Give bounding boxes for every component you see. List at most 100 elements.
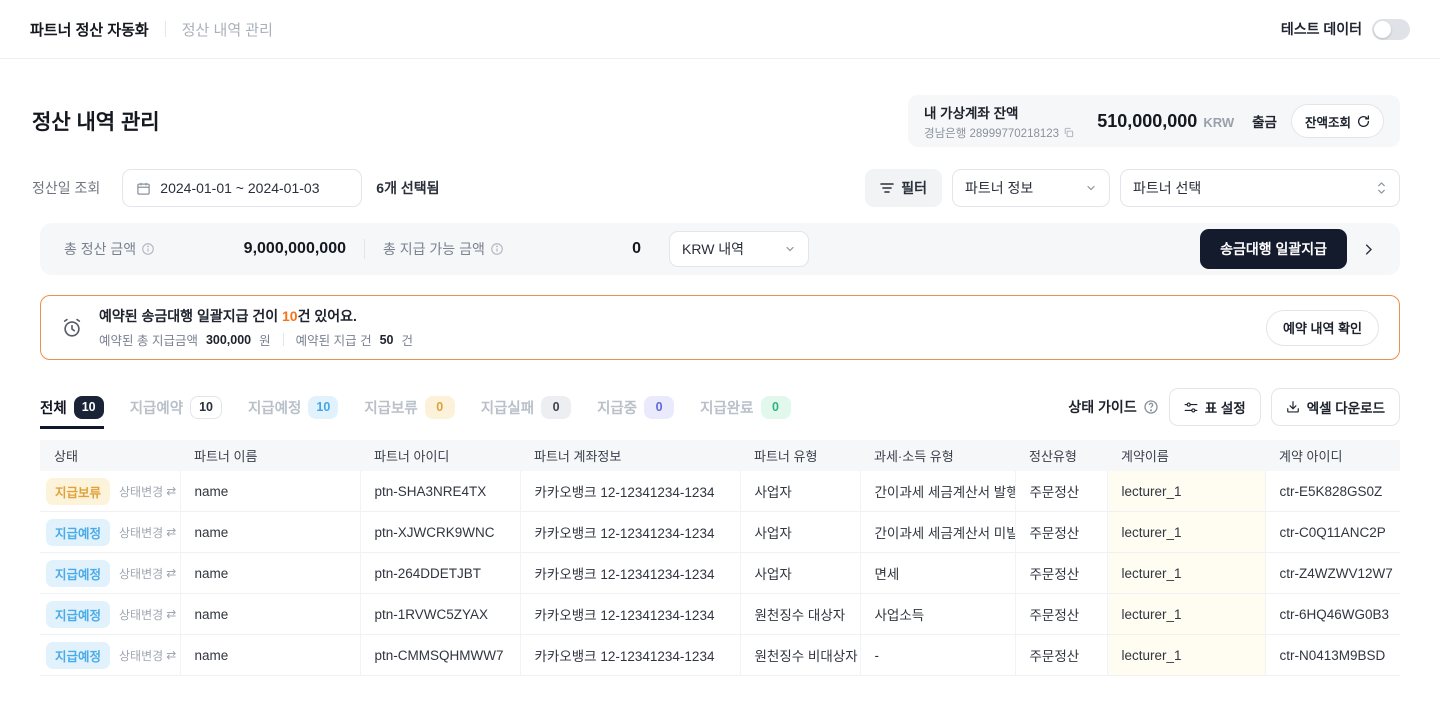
test-data-toggle[interactable] bbox=[1372, 19, 1410, 40]
cell-contract-id: ctr-C0Q11ANC2P bbox=[1265, 512, 1400, 553]
status-change-button[interactable]: 상태변경⇄ bbox=[119, 565, 176, 582]
scheduled-count-unit: 건 bbox=[402, 330, 414, 349]
status-tabs: 전체10지급예약10지급예정10지급보류0지급실패0지급중0지급완료0 bbox=[40, 396, 791, 419]
status-badge: 지급예정 bbox=[46, 519, 110, 546]
status-change-button[interactable]: 상태변경⇄ bbox=[119, 647, 176, 664]
table-row: 지급예정상태변경⇄nameptn-XJWCRK9WNC카카오뱅크 12-1234… bbox=[40, 512, 1400, 553]
tab-count-badge: 0 bbox=[644, 396, 674, 419]
alert-divider bbox=[283, 333, 284, 346]
currency-dropdown[interactable]: KRW 내역 bbox=[669, 231, 809, 267]
reservation-confirm-button[interactable]: 예약 내역 확인 bbox=[1266, 310, 1379, 346]
info-icon[interactable] bbox=[141, 242, 155, 256]
filter-button[interactable]: 필터 bbox=[865, 169, 942, 207]
tab-지급예약[interactable]: 지급예약 10 bbox=[130, 396, 222, 419]
chevron-right-icon[interactable] bbox=[1361, 242, 1376, 257]
column-header: 파트너 유형 bbox=[740, 440, 860, 471]
status-badge: 지급예정 bbox=[46, 560, 110, 587]
tab-count-badge: 10 bbox=[190, 396, 222, 419]
status-change-label: 상태변경 bbox=[119, 565, 163, 582]
total-settlement-value: 9,000,000,000 bbox=[244, 240, 346, 258]
alarm-clock-icon bbox=[61, 317, 83, 339]
cell-partner-id: ptn-264DDETJBT bbox=[360, 553, 520, 594]
tab-지급보류[interactable]: 지급보류0 bbox=[364, 396, 454, 419]
column-header: 정산유형 bbox=[1015, 440, 1107, 471]
swap-arrows-icon: ⇄ bbox=[166, 648, 176, 662]
status-change-label: 상태변경 bbox=[119, 524, 163, 541]
swap-arrows-icon: ⇄ bbox=[166, 566, 176, 580]
cell-partner-name: name bbox=[180, 635, 360, 676]
balance-refresh-label: 잔액조회 bbox=[1305, 112, 1351, 131]
balance-refresh-button[interactable]: 잔액조회 bbox=[1291, 104, 1384, 138]
scheduled-amount-label: 예약된 총 지급금액 bbox=[99, 330, 198, 349]
tab-전체[interactable]: 전체 10 bbox=[40, 396, 104, 419]
cell-contract-name: lecturer_1 bbox=[1107, 635, 1265, 676]
updown-chevron-icon bbox=[1376, 181, 1387, 195]
tab-count-badge: 0 bbox=[541, 396, 571, 419]
help-icon[interactable] bbox=[1143, 399, 1159, 415]
balance-card: 내 가상계좌 잔액 경남은행 28999770218123 510,000,00… bbox=[908, 95, 1400, 147]
toggle-knob bbox=[1374, 21, 1391, 38]
filter-button-label: 필터 bbox=[901, 178, 927, 198]
cell-partner-id: ptn-1RVWC5ZYAX bbox=[360, 594, 520, 635]
tab-count-badge: 10 bbox=[308, 396, 338, 419]
bulk-pay-button[interactable]: 송금대행 일괄지급 bbox=[1200, 229, 1347, 269]
cell-status: 지급예정상태변경⇄ bbox=[40, 594, 180, 635]
calendar-icon bbox=[136, 181, 151, 196]
cell-account: 카카오뱅크 12-12341234-1234 bbox=[520, 594, 740, 635]
tab-label: 지급예약 bbox=[130, 397, 183, 418]
cell-tax-type: 사업소득 bbox=[860, 594, 1015, 635]
balance-label: 내 가상계좌 잔액 bbox=[924, 102, 1074, 122]
cell-partner-name: name bbox=[180, 553, 360, 594]
date-range-input[interactable]: 2024-01-01 ~ 2024-01-03 bbox=[122, 169, 362, 207]
topbar-divider bbox=[165, 21, 166, 37]
status-change-button[interactable]: 상태변경⇄ bbox=[119, 524, 176, 541]
cell-contract-id: ctr-Z4WZWV12W7 bbox=[1265, 553, 1400, 594]
cell-tax-type: 간이과세 세금계산서 미발행 bbox=[860, 512, 1015, 553]
column-header: 과세·소득 유형 bbox=[860, 440, 1015, 471]
swap-arrows-icon: ⇄ bbox=[166, 484, 176, 498]
withdraw-button[interactable]: 출금 bbox=[1252, 111, 1277, 131]
test-data-label: 테스트 데이터 bbox=[1281, 19, 1362, 39]
cell-partner-name: name bbox=[180, 471, 360, 512]
partner-select[interactable]: 파트너 선택 bbox=[1120, 169, 1400, 207]
status-guide-label: 상태 가이드 bbox=[1068, 397, 1136, 417]
cell-partner-type: 사업자 bbox=[740, 512, 860, 553]
cell-tax-type: - bbox=[860, 635, 1015, 676]
table-settings-label: 표 설정 bbox=[1205, 397, 1246, 417]
sliders-icon bbox=[1184, 401, 1198, 414]
column-header: 파트너 아이디 bbox=[360, 440, 520, 471]
cell-partner-name: name bbox=[180, 594, 360, 635]
app-title: 파트너 정산 자동화 bbox=[30, 19, 149, 40]
status-change-button[interactable]: 상태변경⇄ bbox=[119, 483, 176, 500]
tab-지급중[interactable]: 지급중0 bbox=[597, 396, 674, 419]
column-header: 계약이름 bbox=[1107, 440, 1265, 471]
info-icon[interactable] bbox=[490, 242, 504, 256]
bank-account-number: 경남은행 28999770218123 bbox=[924, 125, 1059, 141]
excel-download-button[interactable]: 엑셀 다운로드 bbox=[1271, 388, 1400, 426]
status-badge: 지급예정 bbox=[46, 642, 110, 669]
partner-info-dropdown[interactable]: 파트너 정보 bbox=[952, 169, 1110, 207]
table-header-row: 상태파트너 이름파트너 아이디파트너 계좌정보파트너 유형과세·소득 유형정산유… bbox=[40, 440, 1400, 471]
scheduled-count-label: 예약된 지급 건 bbox=[296, 330, 372, 349]
tab-지급완료[interactable]: 지급완료0 bbox=[700, 396, 790, 419]
status-change-label: 상태변경 bbox=[119, 647, 163, 664]
tab-지급예정[interactable]: 지급예정10 bbox=[248, 396, 338, 419]
column-header: 계약 아이디 bbox=[1265, 440, 1400, 471]
swap-arrows-icon: ⇄ bbox=[166, 525, 176, 539]
status-change-button[interactable]: 상태변경⇄ bbox=[119, 606, 176, 623]
tab-지급실패[interactable]: 지급실패0 bbox=[481, 396, 571, 419]
cell-contract-id: ctr-E5K828GS0Z bbox=[1265, 471, 1400, 512]
alert-count: 10 bbox=[282, 308, 298, 324]
table-settings-button[interactable]: 표 설정 bbox=[1169, 388, 1261, 426]
download-icon bbox=[1286, 400, 1300, 414]
chevron-down-icon bbox=[1085, 182, 1097, 194]
tab-count-badge: 10 bbox=[74, 396, 104, 419]
cell-tax-type: 간이과세 세금계산서 발행 bbox=[860, 471, 1015, 512]
cell-partner-id: ptn-XJWCRK9WNC bbox=[360, 512, 520, 553]
copy-icon[interactable] bbox=[1063, 127, 1074, 138]
tab-label: 전체 bbox=[40, 397, 67, 418]
total-payable-label: 총 지급 가능 금액 bbox=[383, 239, 485, 259]
tab-label: 지급보류 bbox=[364, 397, 417, 418]
balance-amount: 510,000,000 bbox=[1097, 111, 1197, 132]
cell-settlement-type: 주문정산 bbox=[1015, 471, 1107, 512]
